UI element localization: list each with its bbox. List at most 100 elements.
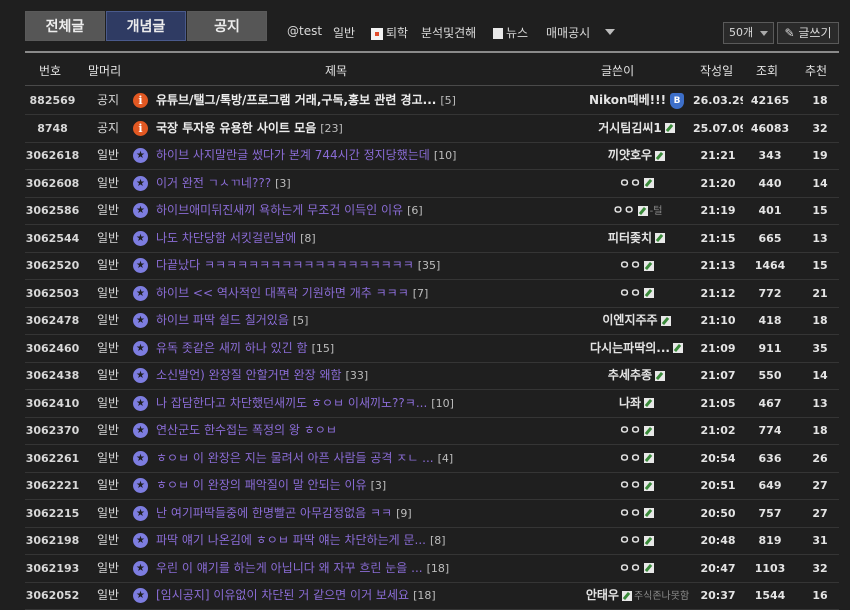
- more-categories-chevron-down-icon[interactable]: [605, 29, 615, 35]
- post-title-link[interactable]: 이거 완전 ㄱㅅㄲ네??? [3]: [156, 170, 581, 197]
- post-title: ㅎㅇㅂ 이 완장의 패악질이 말 안되는 이유: [156, 478, 367, 492]
- post-writer[interactable]: Nikon때베!!! B: [565, 87, 710, 114]
- comment-count[interactable]: [5]: [440, 94, 456, 107]
- post-title-link[interactable]: 하이브애미뒤진새끼 욕하는게 무조건 이득인 이유 [6]: [156, 197, 581, 224]
- table-row[interactable]: 3062520 일반 다끝났다 ㅋㅋㅋㅋㅋㅋㅋㅋㅋㅋㅋㅋㅋㅋㅋㅋㅋㅋㅋ [35] ㅇㅇ 2…: [25, 252, 839, 280]
- post-title-link[interactable]: 소신발언) 완장질 안할거면 완장 왜함 [33]: [156, 362, 581, 389]
- post-title-link[interactable]: ㅎㅇㅂ 이 완장의 패악질이 말 안되는 이유 [3]: [156, 472, 581, 499]
- post-date: 21:20: [700, 176, 736, 190]
- write-button[interactable]: ✎ 글쓰기: [777, 22, 839, 44]
- post-writer[interactable]: 나좌: [565, 390, 710, 417]
- comment-count[interactable]: [5]: [293, 314, 309, 327]
- post-writer[interactable]: 거시팀김씨1: [565, 115, 710, 142]
- post-recommend: 35: [812, 341, 828, 355]
- page-size-select[interactable]: 50개: [723, 22, 774, 44]
- table-row[interactable]: 3062460 일반 유독 좃같은 새끼 하나 있긴 함 [15] 다시는파딱의... 2…: [25, 335, 839, 363]
- tab-notice[interactable]: 공지: [187, 11, 267, 41]
- post-title: 하이브애미뒤진새끼 욕하는게 무조건 이득인 이유: [156, 203, 404, 217]
- post-writer[interactable]: 안태우 주식존나못함: [565, 582, 710, 609]
- post-writer[interactable]: ㅇㅇ: [565, 417, 710, 444]
- post-writer[interactable]: 끼얏호우: [565, 142, 710, 169]
- table-row[interactable]: 3062410 일반 나 잡담한다고 차단했던새끼도 ㅎㅇㅂ 이새끼노??ㅋ...[…: [25, 390, 839, 418]
- post-title-link[interactable]: 나도 차단당함 서킷걸린날에 [8]: [156, 225, 581, 252]
- comment-count[interactable]: [33]: [346, 369, 369, 382]
- table-row[interactable]: 3062438 일반 소신발언) 완장질 안할거면 완장 왜함 [33] 추세추종 21:…: [25, 362, 839, 390]
- post-recommend: 19: [812, 149, 828, 162]
- post-title-link[interactable]: 하이브 파딱 쉴드 칠거있음 [5]: [156, 307, 581, 334]
- post-date: 21:10: [700, 314, 736, 327]
- writer-nick: ㅇㅇ: [618, 285, 642, 300]
- post-title-link[interactable]: 연산군도 한수접는 폭정의 왕 ㅎㅇㅂ: [156, 417, 581, 444]
- post-title-link[interactable]: 하이브 사지말란글 썼다가 본계 744시간 정지당했는데 [10]: [156, 142, 581, 169]
- table-row[interactable]: 8748 공지 i 국장 투자용 유용한 사이트 모음 [23] 거시팀김씨1 25.07.…: [25, 115, 839, 143]
- post-writer[interactable]: 이엔지주주: [565, 307, 710, 334]
- comment-count[interactable]: [3]: [275, 177, 291, 190]
- comment-count[interactable]: [18]: [413, 589, 436, 602]
- comment-count[interactable]: [9]: [396, 507, 412, 520]
- table-row[interactable]: 3062544 일반 나도 차단당함 서킷걸린날에[8] 피터좆치 21:15 665 13: [25, 225, 839, 253]
- category-test[interactable]: @test: [287, 24, 322, 38]
- table-row[interactable]: 882569 공지 i 유튜브/탤그/톡방/프로그램 거래,구독,홍보 관련 경고..…: [25, 87, 839, 115]
- category-general[interactable]: 일반: [333, 24, 355, 41]
- post-writer[interactable]: ㅇㅇ: [565, 500, 710, 527]
- comment-count[interactable]: [10]: [434, 149, 457, 162]
- table-row[interactable]: 3062478 일반 하이브 파딱 쉴드 칠거있음 [5] 이엔지주주 21:10 418 1…: [25, 307, 839, 335]
- writer-nick: ㅇㅇ: [618, 505, 642, 520]
- comment-count[interactable]: [7]: [413, 287, 429, 300]
- post-date: 20:37: [700, 589, 736, 602]
- post-writer[interactable]: ㅇㅇ: [565, 527, 710, 554]
- post-writer[interactable]: ㅇㅇ: [565, 555, 710, 582]
- table-row[interactable]: 3062608 일반 이거 완전 ㄱㅅㄲ네???[3] ㅇㅇ 21:20 440 14: [25, 170, 839, 198]
- comment-count[interactable]: [8]: [430, 534, 446, 547]
- table-row[interactable]: 3062586 일반 하이브애미뒤진새끼 욕하는게 무조건 이득인 이유[6] ㅇㅇ -…: [25, 197, 839, 225]
- post-number: 3062215: [25, 506, 80, 520]
- comment-count[interactable]: [18]: [427, 562, 450, 575]
- post-title-link[interactable]: 나 잡담한다고 차단했던새끼도 ㅎㅇㅂ 이새끼노??ㅋ... [10]: [156, 390, 581, 417]
- post-title-link[interactable]: 파딱 얘기 나온김에 ㅎㅇㅂ 파딱 얘는 차단하는게 문... [8]: [156, 527, 581, 554]
- table-row[interactable]: 3062261 일반 ㅎㅇㅂ 이 완장은 지는 물려서 아픈 사람들 공격 ㅈㄴ .…: [25, 445, 839, 473]
- post-title-link[interactable]: ㅎㅇㅂ 이 완장은 지는 물려서 아픈 사람들 공격 ㅈㄴ ... [4]: [156, 445, 581, 472]
- table-row[interactable]: 3062193 일반 우린 이 얘기를 하는게 아닙니다 왜 자꾸 흐린 눈을 ..…: [25, 555, 839, 583]
- comment-count[interactable]: [35]: [418, 259, 441, 272]
- comment-count[interactable]: [8]: [300, 232, 316, 245]
- category-expelled[interactable]: 퇴학: [371, 24, 408, 41]
- post-date: 21:05: [700, 396, 736, 410]
- comment-count[interactable]: [15]: [312, 342, 335, 355]
- comment-count[interactable]: [6]: [407, 204, 423, 217]
- comment-count[interactable]: [23]: [320, 122, 343, 135]
- comment-count[interactable]: [10]: [431, 397, 454, 410]
- comment-count[interactable]: [4]: [438, 452, 454, 465]
- post-writer[interactable]: ㅇㅇ: [565, 170, 710, 197]
- post-date: 20:50: [700, 506, 736, 520]
- post-title-link[interactable]: 유튜브/탤그/톡방/프로그램 거래,구독,홍보 관련 경고... [5]: [156, 87, 581, 114]
- post-writer[interactable]: 다시는파딱의...: [565, 335, 710, 362]
- post-title-link[interactable]: 다끝났다 ㅋㅋㅋㅋㅋㅋㅋㅋㅋㅋㅋㅋㅋㅋㅋㅋㅋㅋㅋ [35]: [156, 252, 581, 279]
- table-row[interactable]: 3062618 일반 하이브 사지말란글 썼다가 본계 744시간 정지당했는데 [1…: [25, 142, 839, 170]
- post-title-link[interactable]: 하이브 << 역사적인 대폭락 기원하면 개추 ㅋㅋㅋ [7]: [156, 280, 581, 307]
- table-row[interactable]: 3062052 일반 [임시공지] 이유없이 차단된 거 같으면 이거 보세요[18…: [25, 582, 839, 610]
- post-writer[interactable]: 추세추종: [565, 362, 710, 389]
- post-writer[interactable]: ㅇㅇ -털: [565, 197, 710, 224]
- category-news[interactable]: 뉴스: [493, 24, 528, 41]
- post-title-link[interactable]: 유독 좃같은 새끼 하나 있긴 함 [15]: [156, 335, 581, 362]
- post-writer[interactable]: ㅇㅇ: [565, 252, 710, 279]
- table-row[interactable]: 3062221 일반 ㅎㅇㅂ 이 완장의 패악질이 말 안되는 이유 [3] ㅇㅇ 20:…: [25, 472, 839, 500]
- tab-all-posts[interactable]: 전체글: [25, 11, 105, 41]
- post-writer[interactable]: ㅇㅇ: [565, 280, 710, 307]
- table-row[interactable]: 3062215 일반 난 여기파딱들중에 한명빨곤 아무감정없음 ㅋㅋ[9] ㅇㅇ 20…: [25, 500, 839, 528]
- post-title-link[interactable]: 난 여기파딱들중에 한명빨곤 아무감정없음 ㅋㅋ [9]: [156, 500, 581, 527]
- table-row[interactable]: 3062198 일반 파딱 얘기 나온김에 ㅎㅇㅂ 파딱 얘는 차단하는게 문...…: [25, 527, 839, 555]
- post-title-link[interactable]: 국장 투자용 유용한 사이트 모음 [23]: [156, 115, 581, 142]
- category-trade-disclosure[interactable]: 매매공시: [546, 24, 590, 41]
- category-analysis[interactable]: 분석및견해: [421, 24, 476, 41]
- post-title-link[interactable]: [임시공지] 이유없이 차단된 거 같으면 이거 보세요 [18]: [156, 582, 581, 609]
- table-row[interactable]: 3062503 일반 하이브 << 역사적인 대폭락 기원하면 개추 ㅋㅋㅋ [7] ㅇ…: [25, 280, 839, 308]
- tab-concept-posts[interactable]: 개념글: [106, 11, 186, 41]
- post-title-link[interactable]: 우린 이 얘기를 하는게 아닙니다 왜 자꾸 흐린 눈을 ... [18]: [156, 555, 581, 582]
- post-writer[interactable]: 피터좆치: [565, 225, 710, 252]
- fixed-nick-icon: [664, 123, 675, 133]
- post-writer[interactable]: ㅇㅇ: [565, 472, 710, 499]
- comment-count[interactable]: [3]: [371, 479, 387, 492]
- table-row[interactable]: 3062370 일반 연산군도 한수접는 폭정의 왕 ㅎㅇㅂ ㅇㅇ 21:02 774 18: [25, 417, 839, 445]
- post-writer[interactable]: ㅇㅇ: [565, 445, 710, 472]
